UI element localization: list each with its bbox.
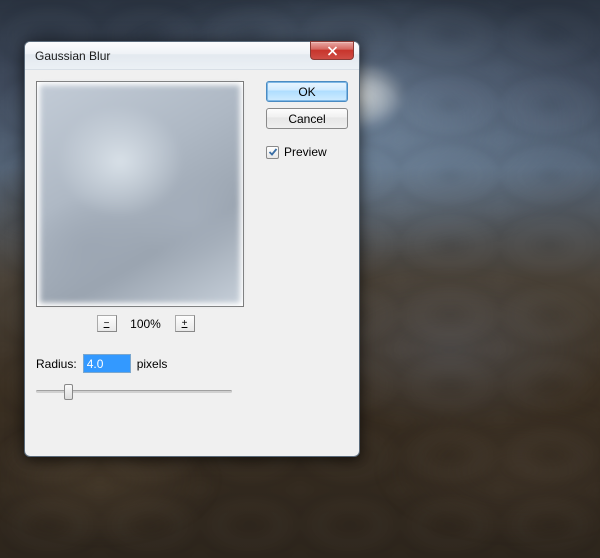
- zoom-percent: 100%: [127, 317, 165, 331]
- radius-slider[interactable]: [36, 383, 232, 401]
- close-button[interactable]: [310, 41, 354, 60]
- preview-checkbox-label: Preview: [284, 145, 327, 159]
- radius-unit: pixels: [137, 357, 168, 371]
- close-icon: [327, 46, 338, 56]
- zoom-in-button[interactable]: +: [175, 315, 195, 332]
- titlebar[interactable]: Gaussian Blur: [25, 42, 359, 70]
- dialog-title: Gaussian Blur: [35, 49, 355, 63]
- dialog-body: − 100% + Radius: pixels OK Cancel: [25, 70, 359, 456]
- radius-row: Radius: pixels: [36, 354, 255, 373]
- preview-checkbox-row: Preview: [266, 145, 348, 159]
- preview-checkbox[interactable]: [266, 146, 279, 159]
- gaussian-blur-dialog: Gaussian Blur − 100% + Radius: pixels: [24, 41, 360, 457]
- cancel-button[interactable]: Cancel: [266, 108, 348, 129]
- slider-thumb[interactable]: [64, 384, 73, 400]
- zoom-controls: − 100% +: [36, 315, 255, 332]
- radius-label: Radius:: [36, 357, 77, 371]
- right-column: OK Cancel Preview: [266, 81, 348, 445]
- left-column: − 100% + Radius: pixels: [36, 81, 255, 445]
- preview-image: [40, 85, 240, 303]
- radius-input[interactable]: [83, 354, 131, 373]
- check-icon: [268, 147, 278, 157]
- preview-frame[interactable]: [36, 81, 244, 307]
- ok-button[interactable]: OK: [266, 81, 348, 102]
- zoom-out-button[interactable]: −: [97, 315, 117, 332]
